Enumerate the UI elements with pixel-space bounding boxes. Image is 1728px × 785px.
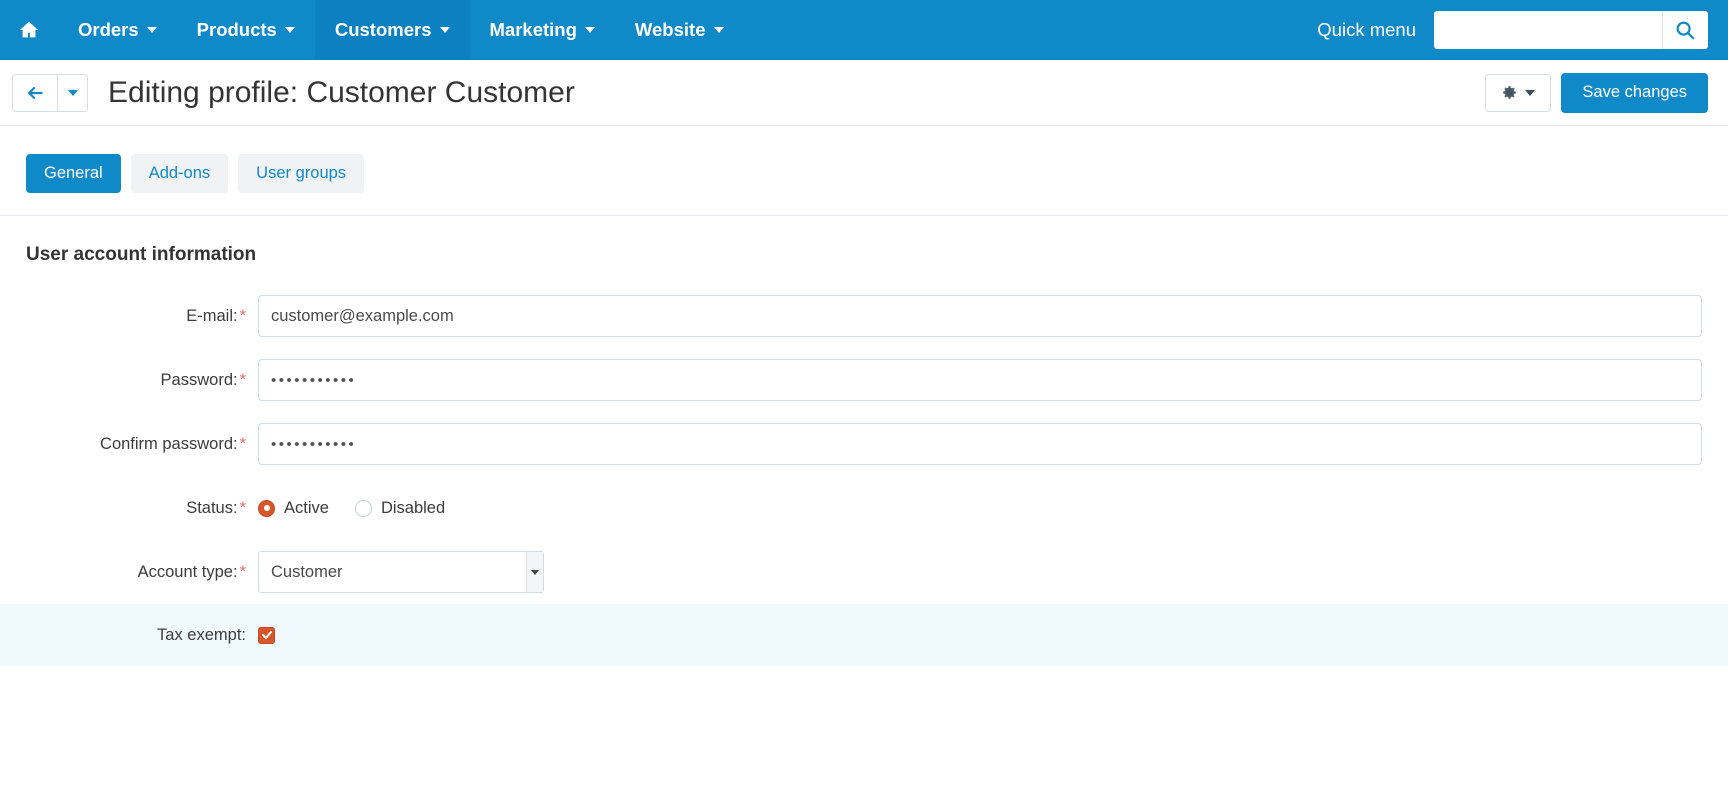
status-options-wrap: Active Disabled bbox=[258, 499, 1702, 518]
back-dropdown-button[interactable] bbox=[58, 73, 88, 112]
required-marker: * bbox=[239, 306, 246, 325]
confirm-password-label: Confirm password: * bbox=[26, 435, 258, 454]
tab-addons[interactable]: Add-ons bbox=[130, 154, 229, 193]
page-title: Editing profile: Customer Customer bbox=[108, 75, 575, 109]
section-title-user-account-information: User account information bbox=[26, 244, 257, 265]
radio-disabled-icon[interactable] bbox=[354, 499, 372, 517]
password-field-wrap bbox=[258, 359, 1702, 401]
status-option-disabled-label: Disabled bbox=[380, 498, 446, 517]
required-marker: * bbox=[239, 434, 246, 453]
confirm-password-label-text: Confirm password: bbox=[100, 434, 238, 453]
confirm-password-field-wrap bbox=[258, 423, 1702, 465]
top-navigation-right: Quick menu bbox=[1317, 0, 1708, 60]
password-field[interactable] bbox=[258, 359, 1702, 401]
nav-item-customers[interactable]: Customers bbox=[314, 0, 470, 60]
tax-exempt-label: Tax exempt: bbox=[26, 626, 258, 645]
account-type-select-container: Customer bbox=[258, 551, 544, 593]
account-type-label: Account type: * bbox=[26, 563, 258, 582]
tabs-container: General Add-ons User groups bbox=[0, 126, 1728, 216]
back-button[interactable] bbox=[12, 73, 58, 112]
top-navigation-items: Orders Products Customers Marketing Webs… bbox=[0, 0, 744, 60]
radio-active-icon[interactable] bbox=[258, 499, 275, 517]
email-label-text: E-mail: bbox=[186, 306, 238, 325]
tax-exempt-control-wrap bbox=[258, 626, 1702, 644]
caret-down-icon bbox=[584, 27, 595, 33]
form-row-account-type: Account type: * Customer bbox=[26, 540, 1702, 604]
search-button[interactable] bbox=[1662, 11, 1708, 49]
email-field[interactable] bbox=[258, 295, 1702, 337]
back-button-group bbox=[12, 73, 88, 112]
caret-down-icon bbox=[439, 27, 450, 33]
tab-list: General Add-ons User groups bbox=[26, 154, 1702, 215]
settings-dropdown-button[interactable] bbox=[1485, 73, 1552, 112]
nav-item-label: Customers bbox=[334, 19, 432, 40]
nav-item-marketing[interactable]: Marketing bbox=[470, 0, 615, 60]
password-label-text: Password: bbox=[160, 370, 238, 389]
required-marker: * bbox=[239, 562, 246, 581]
page-header: Editing profile: Customer Customer Save … bbox=[0, 60, 1728, 126]
account-type-select[interactable]: Customer bbox=[258, 551, 544, 593]
tab-user-groups[interactable]: User groups bbox=[238, 154, 365, 193]
tax-exempt-label-text: Tax exempt: bbox=[157, 625, 246, 644]
account-type-select-wrap: Customer bbox=[258, 551, 1702, 593]
home-icon[interactable] bbox=[0, 0, 58, 60]
nav-item-label: Marketing bbox=[489, 19, 577, 40]
form-row-password: Password: * bbox=[26, 348, 1702, 412]
search-box bbox=[1434, 11, 1708, 49]
email-label: E-mail: * bbox=[26, 307, 258, 326]
required-marker: * bbox=[239, 370, 246, 389]
form-content: User account information E-mail:* Passwo… bbox=[0, 244, 1728, 666]
status-label: Status: * bbox=[26, 499, 258, 518]
nav-item-website[interactable]: Website bbox=[615, 0, 744, 60]
tab-general[interactable]: General bbox=[26, 154, 121, 193]
nav-item-label: Website bbox=[634, 19, 706, 40]
caret-down-icon bbox=[67, 89, 78, 96]
top-navigation-bar: Orders Products Customers Marketing Webs… bbox=[0, 0, 1728, 60]
nav-item-label: Orders bbox=[78, 19, 139, 40]
quick-menu-link[interactable]: Quick menu bbox=[1317, 19, 1416, 41]
status-option-disabled[interactable]: Disabled bbox=[354, 498, 446, 518]
save-changes-button[interactable]: Save changes bbox=[1561, 72, 1708, 113]
form-row-confirm-password: Confirm password: * bbox=[26, 412, 1702, 476]
nav-item-products[interactable]: Products bbox=[177, 0, 315, 60]
form-row-tax-exempt: Tax exempt: bbox=[0, 604, 1728, 666]
search-icon bbox=[1676, 21, 1695, 40]
status-option-active[interactable]: Active bbox=[258, 499, 329, 518]
form-row-status: Status: * Active Disabled bbox=[26, 476, 1702, 540]
caret-down-icon bbox=[146, 27, 157, 33]
password-label: Password: * bbox=[26, 371, 258, 390]
status-label-text: Status: bbox=[186, 498, 238, 517]
gear-icon bbox=[1503, 86, 1517, 99]
account-type-label-text: Account type: bbox=[137, 562, 238, 581]
email-field-wrap bbox=[258, 295, 1702, 337]
nav-item-label: Products bbox=[196, 19, 277, 40]
check-icon bbox=[261, 631, 272, 639]
tax-exempt-checkbox[interactable] bbox=[258, 626, 275, 644]
arrow-left-icon bbox=[28, 86, 43, 99]
search-input[interactable] bbox=[1434, 11, 1662, 49]
status-radio-group: Active Disabled bbox=[258, 499, 445, 518]
caret-down-icon bbox=[1525, 89, 1536, 96]
page-header-actions: Save changes bbox=[1485, 72, 1708, 113]
form-row-email: E-mail: * bbox=[26, 284, 1702, 348]
status-option-active-label: Active bbox=[284, 498, 329, 517]
nav-item-orders[interactable]: Orders bbox=[58, 0, 177, 60]
confirm-password-field[interactable] bbox=[258, 423, 1702, 465]
required-marker: * bbox=[239, 498, 246, 517]
caret-down-icon bbox=[284, 27, 295, 33]
caret-down-icon bbox=[713, 27, 724, 33]
